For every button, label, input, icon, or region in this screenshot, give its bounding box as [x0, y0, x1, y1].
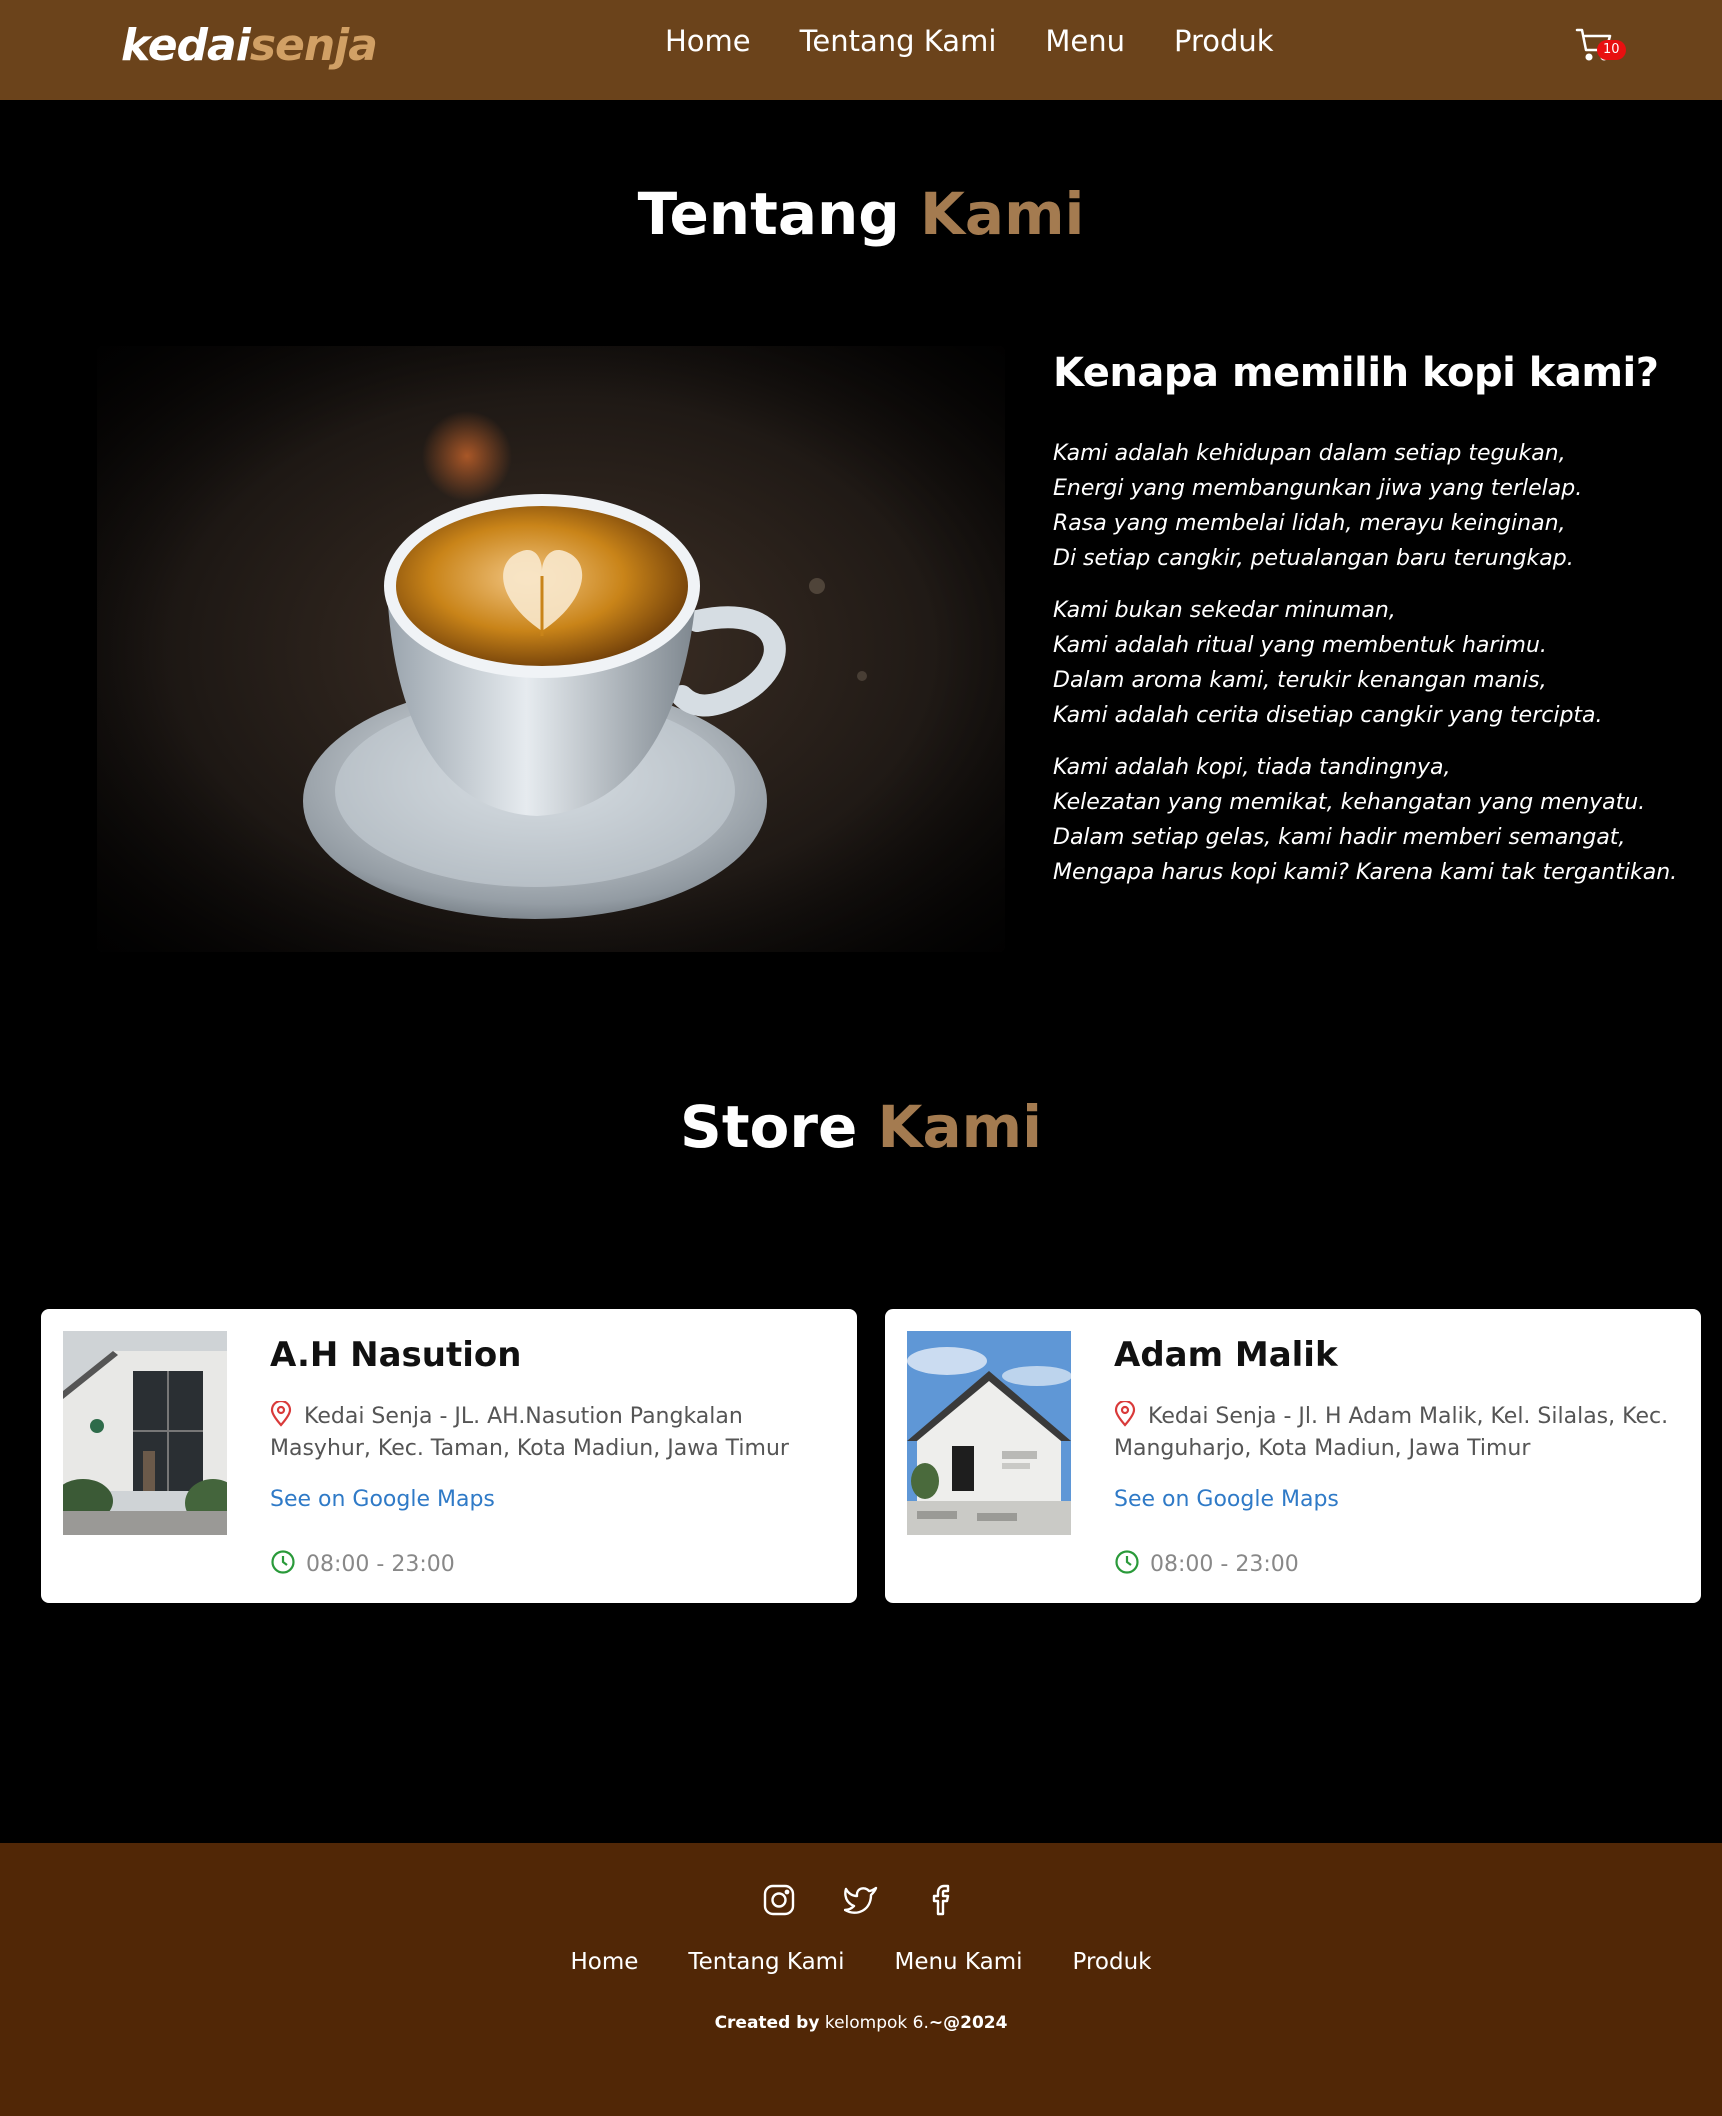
clock-icon [270, 1549, 296, 1575]
credit-name: kelompok 6. [824, 2013, 929, 2033]
footer: Home Tentang Kami Menu Kami Produk Creat… [0, 1843, 1722, 2116]
poem-stanza-3: Kami adalah kopi, tiada tandingnya, Kele… [1053, 755, 1678, 885]
nav-links: Home Tentang Kami Menu Produk [665, 24, 1274, 58]
store-section-title: Store Kami [0, 1093, 1722, 1161]
navbar: kedaisenja Home Tentang Kami Menu Produk… [0, 0, 1722, 100]
instagram-icon[interactable] [762, 1883, 796, 1917]
store-title-part-2: Kami [877, 1093, 1042, 1161]
footer-links: Home Tentang Kami Menu Kami Produk [0, 1949, 1722, 1975]
about-text: Kenapa memilih kopi kami? Kami adalah ke… [1053, 350, 1693, 907]
location-pin-icon [1114, 1399, 1136, 1427]
credit-suffix: ~@2024 [928, 2013, 1008, 2033]
footer-credit: Created by kelompok 6.~@2024 [0, 2013, 1722, 2033]
google-maps-link[interactable]: See on Google Maps [1114, 1487, 1339, 1512]
footer-link-menu-kami[interactable]: Menu Kami [894, 1949, 1022, 1975]
twitter-icon[interactable] [843, 1883, 878, 1917]
store-address: Kedai Senja - Jl. H Adam Malik, Kel. Sil… [1114, 1399, 1684, 1465]
about-title-part-2: Kami [919, 180, 1085, 248]
location-pin-icon [270, 1399, 292, 1427]
nav-link-home[interactable]: Home [665, 24, 751, 58]
store-name: Adam Malik [1114, 1335, 1338, 1375]
logo-part-2: senja [249, 20, 378, 71]
cart-button[interactable]: 10 [1575, 26, 1626, 66]
store-hours-text: 08:00 - 23:00 [306, 1552, 455, 1577]
nav-link-tentang-kami[interactable]: Tentang Kami [800, 24, 997, 58]
store-address: Kedai Senja - JL. AH.Nasution Pangkalan … [270, 1399, 840, 1465]
clock-icon [1114, 1549, 1140, 1575]
facebook-icon[interactable] [926, 1883, 960, 1917]
about-title-part-1: Tentang [637, 180, 900, 248]
about-heading: Kenapa memilih kopi kami? [1053, 350, 1659, 396]
footer-link-tentang-kami[interactable]: Tentang Kami [688, 1949, 844, 1975]
logo-part-1: kedai [121, 20, 251, 71]
poem-stanza-1: Kami adalah kehidupan dalam setiap teguk… [1053, 441, 1583, 571]
store-hours: 08:00 - 23:00 [1114, 1549, 1299, 1577]
credit-prefix: Created by [714, 2013, 820, 2033]
footer-link-produk[interactable]: Produk [1073, 1949, 1152, 1975]
store-photo [63, 1331, 227, 1535]
logo[interactable]: kedaisenja [121, 20, 378, 71]
social-links [0, 1883, 1722, 1917]
store-card: Adam Malik Kedai Senja - Jl. H Adam Mali… [885, 1309, 1701, 1603]
store-photo [907, 1331, 1071, 1535]
store-hours: 08:00 - 23:00 [270, 1549, 455, 1577]
store-name: A.H Nasution [270, 1335, 522, 1375]
cart-count-badge: 10 [1597, 40, 1626, 60]
poem-stanza-2: Kami bukan sekedar minuman, Kami adalah … [1053, 598, 1603, 728]
store-card: A.H Nasution Kedai Senja - JL. AH.Nasuti… [41, 1309, 857, 1603]
nav-link-produk[interactable]: Produk [1174, 24, 1274, 58]
store-hours-text: 08:00 - 23:00 [1150, 1552, 1299, 1577]
store-address-text: Kedai Senja - JL. AH.Nasution Pangkalan … [270, 1404, 789, 1461]
store-title-part-1: Store [680, 1093, 858, 1161]
google-maps-link[interactable]: See on Google Maps [270, 1487, 495, 1512]
coffee-cup-image [97, 346, 1005, 952]
store-address-text: Kedai Senja - Jl. H Adam Malik, Kel. Sil… [1114, 1404, 1669, 1461]
footer-link-home[interactable]: Home [571, 1949, 639, 1975]
nav-link-menu[interactable]: Menu [1045, 24, 1125, 58]
about-section-title: Tentang Kami [0, 180, 1722, 248]
